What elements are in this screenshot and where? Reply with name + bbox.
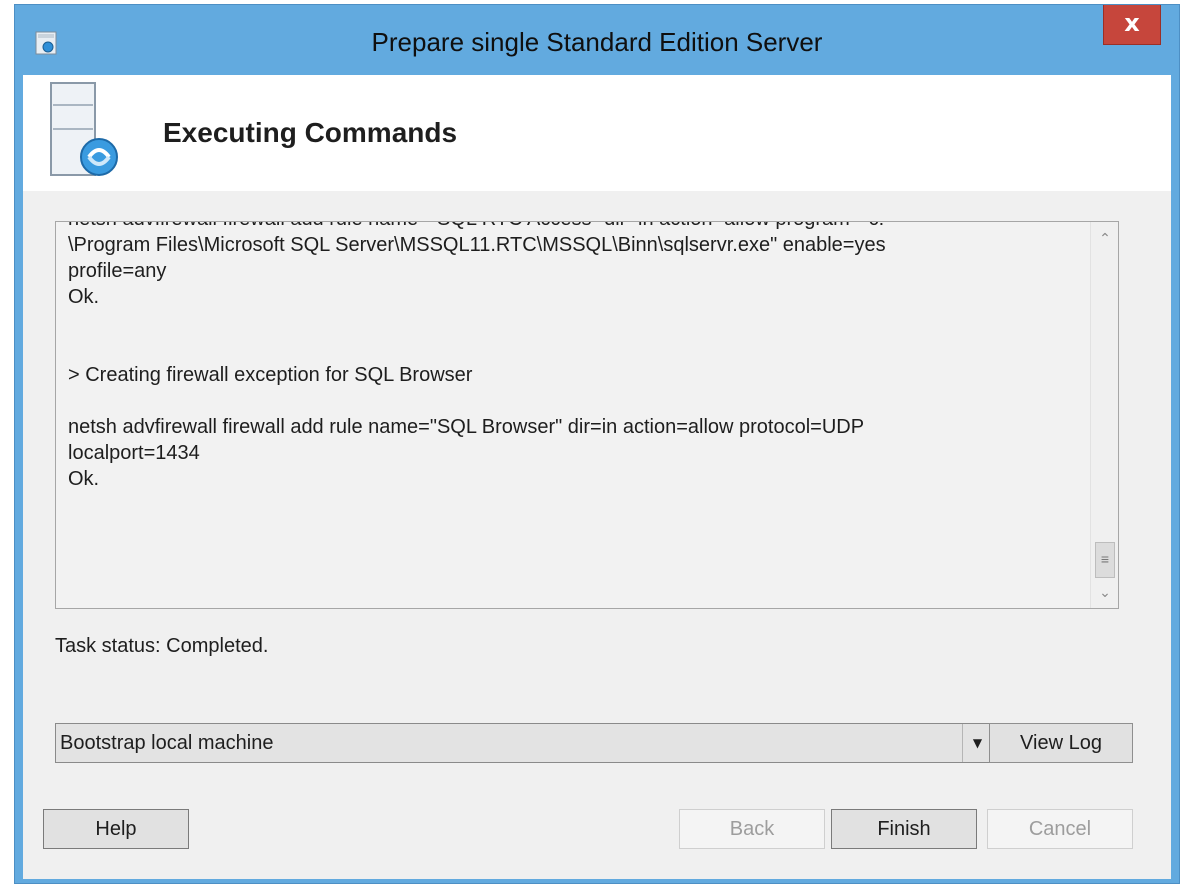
scroll-thumb[interactable]: ≡ <box>1095 542 1115 578</box>
task-select[interactable]: Bootstrap local machine ▼ <box>55 723 993 763</box>
help-button[interactable]: Help <box>43 809 189 849</box>
log-line: profile=any <box>68 260 167 282</box>
window-title: Prepare single Standard Edition Server <box>371 27 823 57</box>
back-button[interactable]: Back <box>679 809 825 849</box>
scroll-down-icon[interactable]: ⌄ <box>1091 580 1118 606</box>
header-panel: Executing Commands <box>23 75 1171 191</box>
finish-button[interactable]: Finish <box>831 809 977 849</box>
server-setup-icon <box>50 82 118 176</box>
command-log-text: netsh advfirewall firewall add rule name… <box>68 222 1068 492</box>
page-title: Executing Commands <box>163 117 458 148</box>
close-button[interactable]: x <box>1103 5 1161 45</box>
log-line: \Program Files\Microsoft SQL Server\MSSQ… <box>68 234 886 256</box>
log-line: localport=1434 <box>68 442 200 464</box>
task-status: Task status: Completed. <box>55 635 269 657</box>
log-line: netsh advfirewall firewall add rule name… <box>68 222 1068 232</box>
wizard-body: Executing Commands netsh advfirewall fir… <box>23 75 1171 879</box>
log-line: netsh advfirewall firewall add rule name… <box>68 416 865 438</box>
log-scrollbar[interactable]: ⌃ ≡ ⌄ <box>1090 222 1118 608</box>
wizard-window: Prepare single Standard Edition Server x… <box>14 4 1180 884</box>
log-line: Ok. <box>68 286 100 308</box>
title-bar[interactable]: Prepare single Standard Edition Server x <box>15 5 1179 75</box>
task-select-value: Bootstrap local machine <box>60 732 274 754</box>
cancel-button[interactable]: Cancel <box>987 809 1133 849</box>
view-log-button[interactable]: View Log <box>989 723 1133 763</box>
scroll-up-icon[interactable]: ⌃ <box>1091 226 1118 252</box>
log-line: > Creating firewall exception for SQL Br… <box>68 364 473 386</box>
chevron-down-icon[interactable]: ▼ <box>962 724 992 762</box>
command-log[interactable]: netsh advfirewall firewall add rule name… <box>55 221 1119 609</box>
log-line: Ok. <box>68 468 100 490</box>
